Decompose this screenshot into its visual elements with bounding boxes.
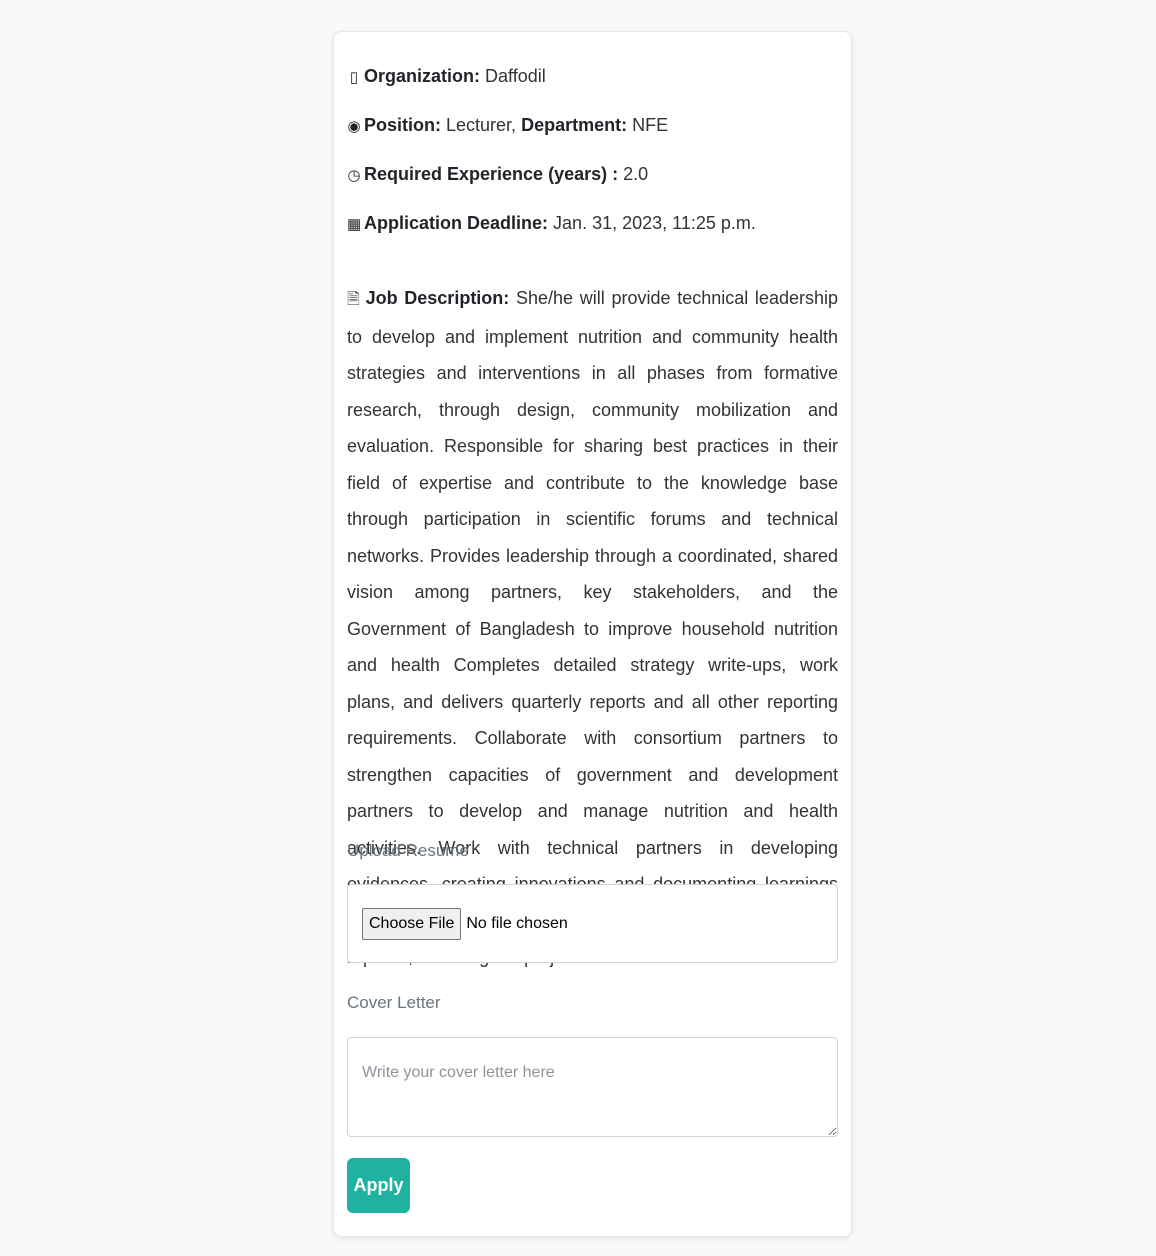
resume-file-input[interactable]: Choose File No file chosen: [347, 884, 838, 963]
job-description: 🗎 Job Description: She/he will provide te…: [347, 280, 838, 976]
job-detail-card: ▯ Organization: Daffodil ◉ Position: Lectu…: [333, 31, 852, 1237]
deadline-value: Jan. 31, 2023, 11:25 p.m.: [553, 213, 756, 233]
organization-label: Organization:: [364, 66, 480, 86]
job-description-label: Job Description:: [365, 288, 510, 308]
building-icon: ▯: [349, 69, 359, 86]
experience-value: 2.0: [623, 164, 649, 184]
department-value: NFE: [632, 115, 669, 135]
file-icon: 🗎: [347, 291, 362, 308]
experience-line: ◷ Required Experience (years) : 2.0: [347, 162, 648, 188]
cover-letter-input[interactable]: [347, 1037, 838, 1137]
organization-value: Daffodil: [485, 66, 546, 86]
upload-resume-label: Upload Resume: [347, 841, 469, 860]
file-status-text: No file chosen: [466, 914, 568, 932]
experience-label: Required Experience (years) :: [364, 164, 619, 184]
apply-button[interactable]: Apply: [347, 1158, 410, 1213]
position-line: ◉ Position: Lecturer, Department: NFE: [347, 113, 668, 139]
calendar-icon: ▦: [347, 216, 362, 233]
target-icon: ◉: [347, 118, 361, 135]
job-description-text: She/he will provide technical leadership…: [347, 288, 838, 967]
position-value: Lecturer,: [446, 115, 517, 135]
choose-file-button[interactable]: Choose File: [362, 907, 462, 940]
clock-icon: ◷: [347, 167, 361, 184]
position-label: Position:: [364, 115, 441, 135]
organization-line: ▯ Organization: Daffodil: [347, 64, 546, 90]
cover-letter-label: Cover Letter: [347, 993, 441, 1012]
department-label: Department:: [521, 115, 628, 135]
deadline-line: ▦ Application Deadline: Jan. 31, 2023, 11…: [347, 211, 756, 237]
deadline-label: Application Deadline:: [364, 213, 549, 233]
